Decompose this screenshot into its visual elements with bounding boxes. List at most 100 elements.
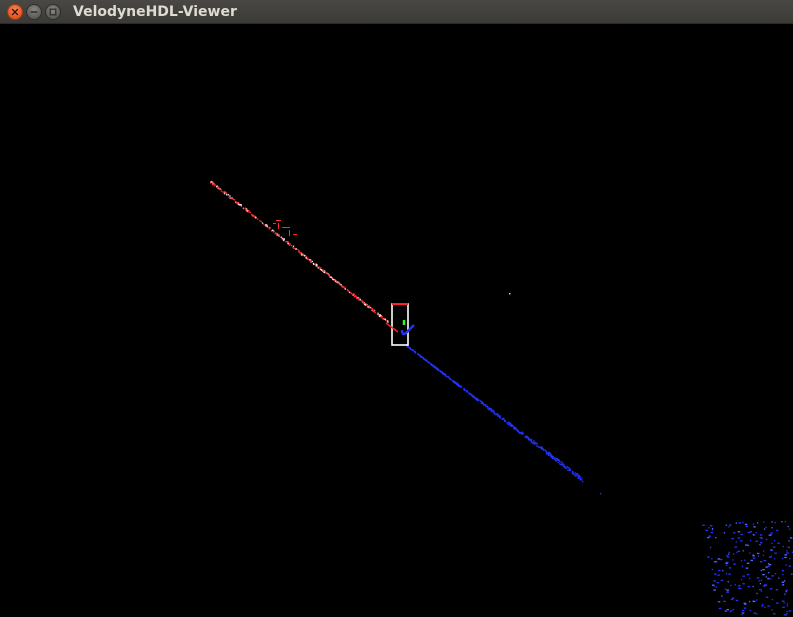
point: [726, 609, 729, 611]
point: [289, 244, 291, 246]
point: [276, 220, 281, 221]
point: [715, 537, 717, 539]
point: [742, 583, 745, 585]
point: [740, 533, 744, 536]
point: [414, 351, 416, 354]
point: [326, 272, 328, 274]
point: [222, 191, 224, 193]
point: [786, 611, 788, 613]
point: [758, 580, 760, 582]
point: [744, 523, 748, 526]
point: [529, 438, 531, 440]
point-cloud-viewport[interactable]: [0, 24, 793, 617]
point: [232, 198, 234, 200]
point: [715, 586, 717, 588]
point: [332, 278, 334, 280]
point: [253, 214, 255, 217]
point: [749, 600, 751, 603]
point-cloud-canvas[interactable]: [0, 24, 793, 617]
point: [292, 245, 295, 247]
close-button[interactable]: [7, 4, 23, 20]
point: [713, 589, 716, 591]
point: [384, 318, 387, 321]
point: [709, 525, 713, 527]
point: [717, 574, 720, 576]
point: [486, 405, 488, 407]
point: [756, 577, 760, 579]
point: [731, 597, 735, 599]
point: [787, 525, 789, 528]
point: [788, 528, 791, 530]
point: [708, 535, 711, 537]
point: [742, 609, 745, 612]
point: [749, 531, 751, 533]
point: [278, 223, 279, 229]
point: [216, 185, 218, 188]
point: [714, 573, 717, 575]
point: [227, 194, 230, 196]
point: [535, 445, 538, 447]
point: [340, 284, 342, 286]
point: [301, 254, 303, 256]
point: [740, 540, 743, 542]
point: [246, 210, 248, 212]
point: [741, 565, 743, 567]
point: [441, 371, 444, 373]
point: [358, 299, 360, 301]
point: [577, 475, 579, 477]
point: [476, 398, 478, 400]
title-bar[interactable]: VelodyneHDL-Viewer: [0, 0, 793, 24]
point: [760, 569, 762, 572]
minimize-button[interactable]: [26, 4, 42, 20]
point: [320, 267, 322, 269]
point: [507, 421, 509, 423]
point: [298, 250, 301, 252]
point: [356, 297, 358, 299]
point: [314, 263, 316, 265]
point: [735, 541, 737, 543]
point: [773, 540, 776, 542]
point: [771, 521, 773, 523]
point: [581, 477, 583, 479]
point: [225, 192, 227, 194]
point: [248, 211, 250, 213]
point: [742, 550, 744, 552]
point: [309, 259, 311, 261]
point: [735, 522, 737, 524]
point: [737, 531, 741, 533]
point: [387, 320, 389, 322]
point: [762, 574, 765, 576]
point: [485, 404, 487, 406]
point: [707, 556, 710, 558]
point: [786, 552, 789, 554]
point: [749, 539, 752, 542]
point: [768, 563, 770, 565]
point: [458, 385, 460, 388]
point: [246, 209, 248, 211]
point: [255, 216, 257, 219]
point: [450, 379, 452, 381]
point: [786, 605, 788, 607]
point: [723, 532, 726, 534]
point: [732, 559, 734, 561]
point: [552, 456, 554, 458]
point: [744, 559, 746, 561]
point: [211, 181, 213, 183]
point: [230, 197, 232, 199]
point: [736, 551, 738, 553]
point: [261, 222, 264, 224]
point: [567, 469, 569, 471]
point: [730, 584, 732, 587]
point: [782, 584, 785, 586]
point: [303, 255, 306, 257]
application-window: VelodyneHDL-Viewer: [0, 0, 793, 617]
point: [786, 550, 788, 552]
point: [710, 546, 712, 549]
point: [771, 575, 774, 577]
point: [354, 295, 357, 297]
point: [490, 409, 493, 411]
point: [287, 241, 289, 243]
point: [771, 542, 773, 544]
point: [743, 602, 747, 604]
maximize-button[interactable]: [45, 4, 61, 20]
